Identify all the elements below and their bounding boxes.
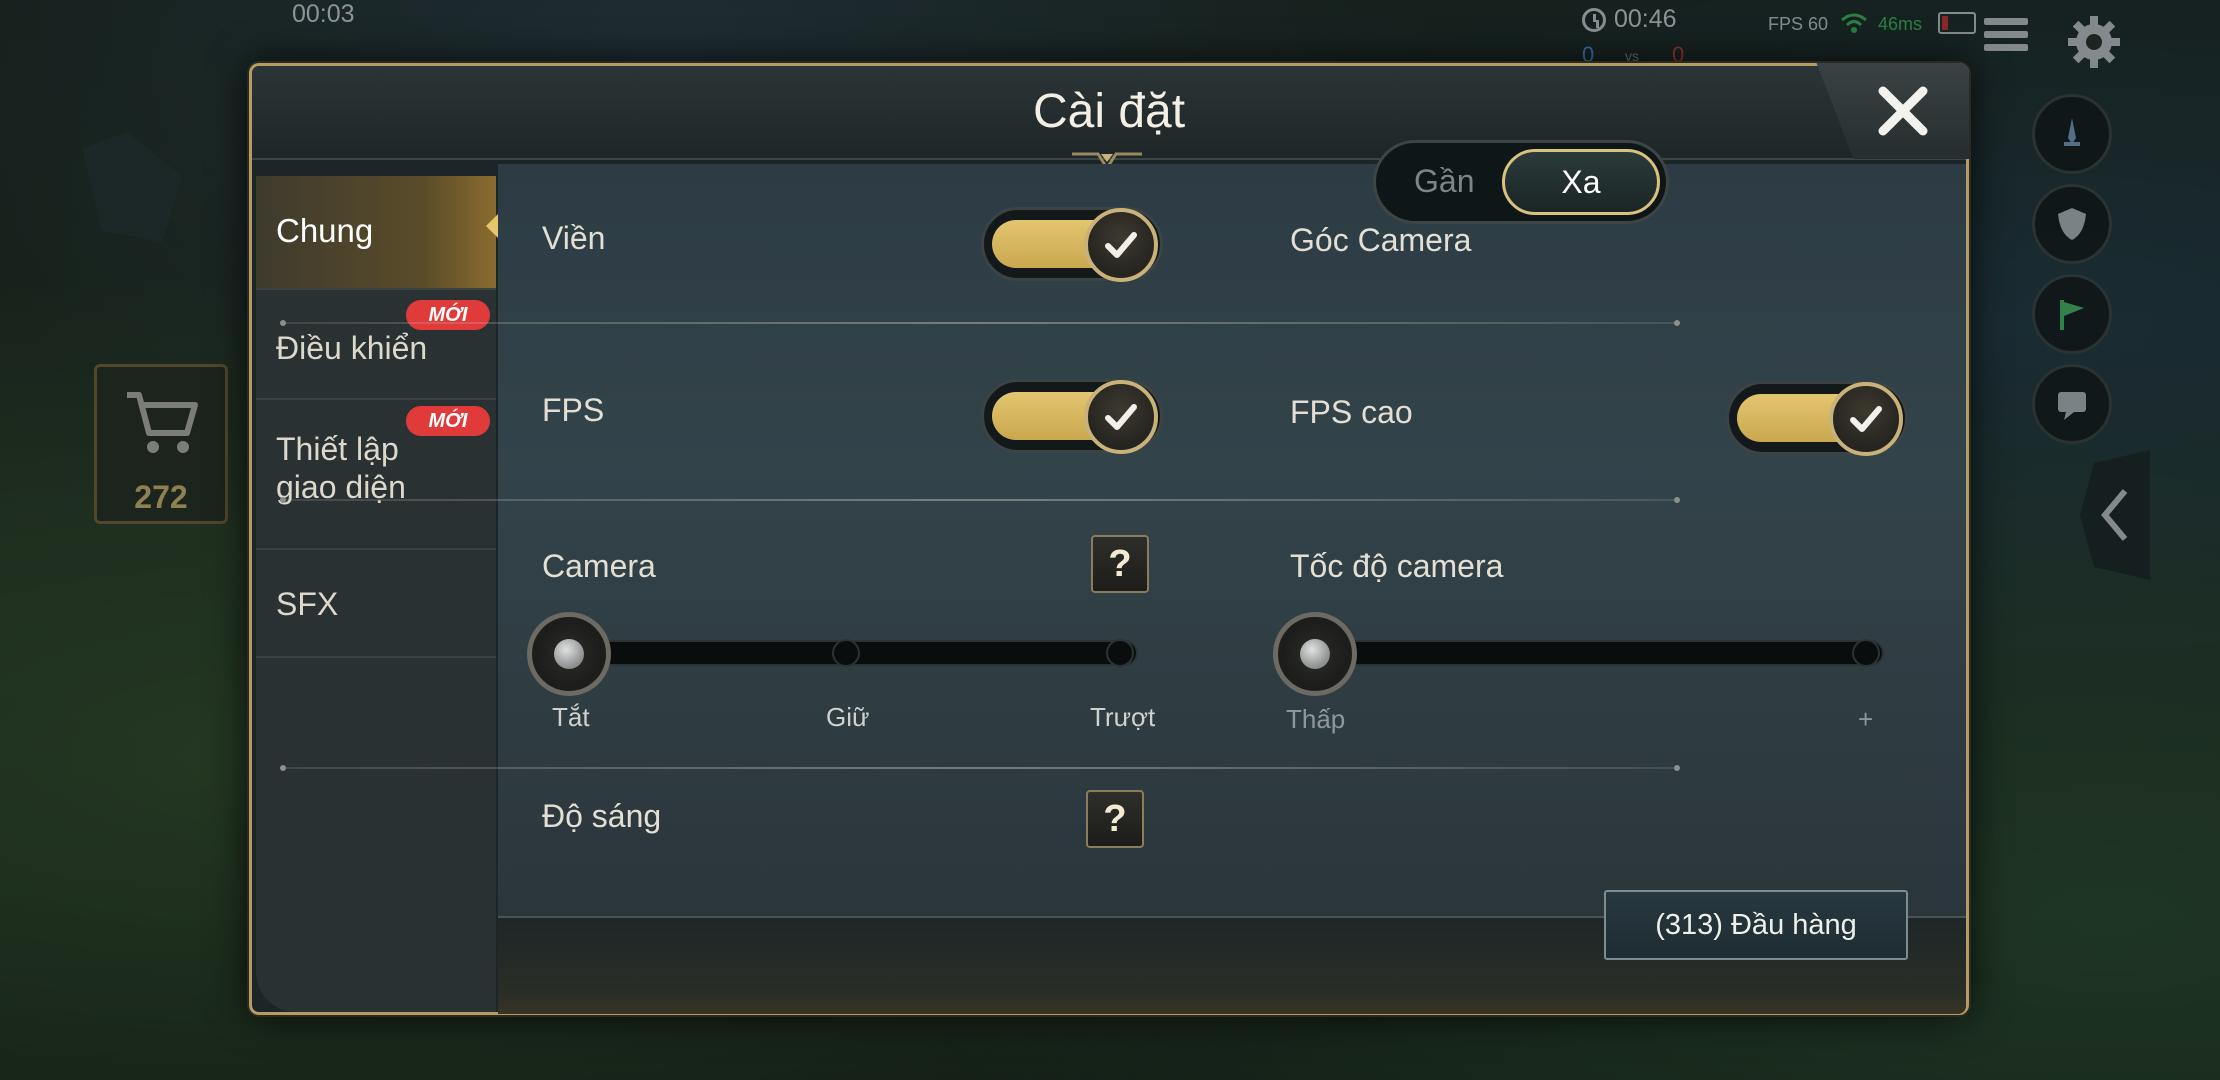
slider-stop: [1852, 639, 1880, 667]
sidebar-item-label: Điều khiển: [276, 330, 428, 366]
sidebar-item-controls[interactable]: MỚI Điều khiển: [256, 290, 496, 400]
sidebar-item-interface[interactable]: MỚI Thiết lập giao diện: [256, 400, 496, 550]
camera-speed-label: Tốc độ camera: [1290, 548, 1504, 584]
camera-angle-far-option[interactable]: Xa: [1502, 149, 1660, 215]
check-icon: [1105, 232, 1137, 258]
high-fps-label: FPS cao: [1290, 394, 1413, 430]
sidebar-item-label: SFX: [276, 586, 339, 622]
dialog-header: Cài đặt: [252, 66, 1966, 171]
border-label: Viền: [542, 220, 606, 256]
divider: [280, 765, 1680, 771]
camera-angle-switch[interactable]: Gần Xa: [1373, 140, 1669, 224]
high-fps-toggle[interactable]: [1726, 381, 1908, 456]
slider-stop: [832, 639, 860, 667]
check-icon: [1105, 404, 1137, 430]
surrender-button[interactable]: (313) Đầu hàng: [1604, 890, 1908, 960]
fps-label: FPS: [542, 392, 605, 428]
camera-stop-slide: Trượt: [1090, 702, 1156, 732]
fps-toggle[interactable]: [981, 379, 1163, 454]
camera-angle-near-option[interactable]: Gần: [1414, 163, 1474, 200]
question-icon: ?: [1103, 798, 1127, 840]
border-toggle[interactable]: [981, 207, 1163, 282]
check-icon: [1850, 406, 1882, 432]
camera-help-button[interactable]: ?: [1091, 535, 1149, 593]
camera-speed-min-label: Thấp: [1286, 704, 1346, 734]
camera-slider-knob[interactable]: [527, 612, 611, 696]
sidebar-item-label: Chung: [276, 212, 374, 249]
camera-label: Camera: [542, 548, 656, 584]
camera-stop-off: Tắt: [552, 702, 590, 732]
settings-sidebar: Chung MỚI Điều khiển MỚI Thiết lập giao …: [256, 176, 496, 1012]
divider: [280, 320, 1680, 326]
camera-stop-hold: Giữ: [826, 702, 870, 732]
close-icon: [1878, 86, 1928, 136]
camera-speed-max-label: +: [1858, 704, 1874, 734]
question-icon: ?: [1108, 543, 1132, 585]
settings-content: [498, 164, 1966, 916]
dialog-title: Cài đặt: [1032, 85, 1186, 138]
sidebar-item-sfx[interactable]: SFX: [256, 550, 496, 658]
brightness-label: Độ sáng: [542, 798, 662, 834]
slider-stop: [1106, 639, 1134, 667]
divider: [280, 497, 1680, 503]
sidebar-item-general[interactable]: Chung: [256, 176, 496, 290]
sidebar-item-label: Thiết lập giao diện: [276, 431, 406, 505]
camera-angle-label: Góc Camera: [1290, 222, 1472, 258]
camera-speed-slider-knob[interactable]: [1273, 612, 1357, 696]
new-badge: MỚI: [406, 300, 490, 330]
brightness-help-button[interactable]: ?: [1086, 790, 1144, 848]
